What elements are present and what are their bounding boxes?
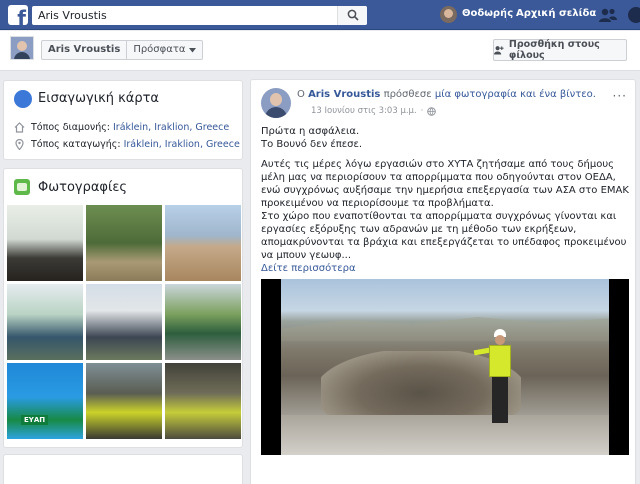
post-line: Πρώτα η ασφάλεια. (261, 126, 360, 137)
recent-label: Πρόσφατα (133, 44, 186, 55)
timeline-post: Ο Aris Vroustis πρόσθεσε μία φωτογραφία … (250, 79, 636, 484)
lives-in-row: Τόπος διαμονής: Iráklein, Iraklion, Gree… (14, 122, 229, 133)
intro-card: Εισαγωγική κάρτα Τόπος διαμονής: Iráklei… (3, 80, 243, 160)
see-more-link[interactable]: Δείτε περισσότερα (261, 263, 356, 274)
messenger-icon[interactable] (628, 7, 640, 23)
search-box (32, 6, 367, 25)
post-timestamp[interactable]: 13 Ιουνίου στις 3:03 μ.μ. (311, 106, 417, 116)
profile-name-link[interactable]: Aris Vroustis (42, 41, 128, 59)
home-link[interactable]: Αρχική σελίδα (516, 8, 596, 19)
search-input[interactable] (32, 6, 332, 25)
ground (281, 415, 609, 455)
recent-dropdown[interactable]: Πρόσφατα (127, 41, 202, 59)
mountain-ridge (281, 317, 609, 341)
post-paragraph: Αυτές τις μέρες λόγω εργασιών στο ΧΥΤΑ ζ… (261, 159, 629, 209)
from-label: Τόπος καταγωγής: (31, 139, 121, 150)
photo-caption: ΕΥΑΠ (21, 415, 49, 425)
photo-thumbnail[interactable] (165, 363, 241, 439)
photo-thumbnail[interactable]: ΕΥΑΠ (7, 363, 83, 439)
next-card (3, 454, 243, 484)
search-icon (347, 9, 359, 21)
post-timestamp-row: 13 Ιουνίου στις 3:03 μ.μ. · (311, 106, 437, 116)
add-friend-label: Προσθήκη στους φίλους (508, 39, 600, 61)
post-media[interactable] (261, 279, 629, 455)
photo-thumbnail[interactable] (86, 205, 162, 281)
top-navigation-bar: f Θοδωρής Αρχική σελίδα (0, 0, 640, 30)
post-media-link[interactable]: μία φωτογραφία και ένα βίντεο. (435, 89, 596, 100)
from-link[interactable]: Iráklein, Iraklion, Greece (124, 139, 240, 150)
post-line: Το Βουνό δεν έπεσε. (261, 139, 363, 150)
post-time-separator: · (420, 106, 424, 116)
add-friend-button[interactable]: Προσθήκη στους φίλους (493, 39, 627, 61)
post-author-link[interactable]: Aris Vroustis (308, 89, 380, 100)
globe-icon (14, 90, 32, 108)
post-options-button[interactable]: ··· (613, 89, 627, 103)
globe-privacy-icon[interactable] (427, 106, 437, 116)
photo-grid: ΕΥΑΠ (7, 205, 241, 439)
photos-title[interactable]: Φωτογραφίες (38, 180, 127, 195)
profile-nav-button: Aris Vroustis Πρόσφατα (41, 40, 204, 60)
photo-thumbnail[interactable] (7, 284, 83, 360)
photo-thumbnail[interactable] (7, 205, 83, 281)
post-prefix: Ο (297, 89, 305, 100)
house-icon (14, 122, 25, 133)
friend-requests-icon[interactable] (598, 7, 618, 23)
photos-card: Φωτογραφίες ΕΥΑΠ (3, 168, 243, 448)
post-action: πρόσθεσε (383, 89, 432, 100)
photo-thumbnail[interactable] (86, 284, 162, 360)
user-avatar[interactable] (440, 6, 457, 23)
divider (506, 9, 507, 21)
chevron-down-icon (189, 47, 197, 52)
lives-in-link[interactable]: Iráklein, Iraklion, Greece (113, 122, 229, 133)
location-pin-icon (15, 139, 24, 150)
photo-thumbnail[interactable] (165, 205, 241, 281)
person-in-safety-vest (473, 329, 514, 429)
photo-thumbnail[interactable] (86, 363, 162, 439)
photo-thumbnail[interactable] (165, 284, 241, 360)
profile-avatar[interactable] (10, 36, 34, 60)
post-header: Ο Aris Vroustis πρόσθεσε μία φωτογραφία … (297, 89, 596, 100)
post-body: Πρώτα η ασφάλεια. Το Βουνό δεν έπεσε. Αυ… (261, 125, 629, 275)
from-row: Τόπος καταγωγής: Iráklein, Iraklion, Gre… (14, 139, 240, 150)
lives-in-label: Τόπος διαμονής: (31, 122, 110, 133)
add-friend-icon (494, 46, 504, 55)
intro-title: Εισαγωγική κάρτα (38, 91, 160, 106)
photos-icon (14, 179, 30, 195)
profile-subheader: Aris Vroustis Πρόσφατα Προσθήκη στους φί… (0, 31, 640, 71)
post-paragraph: Στο χώρο που εναποτίθονται τα απορρίμματ… (261, 211, 627, 261)
post-photo[interactable] (281, 279, 609, 455)
post-author-avatar[interactable] (261, 88, 291, 118)
search-button[interactable] (337, 6, 367, 25)
facebook-logo[interactable]: f (8, 5, 28, 25)
